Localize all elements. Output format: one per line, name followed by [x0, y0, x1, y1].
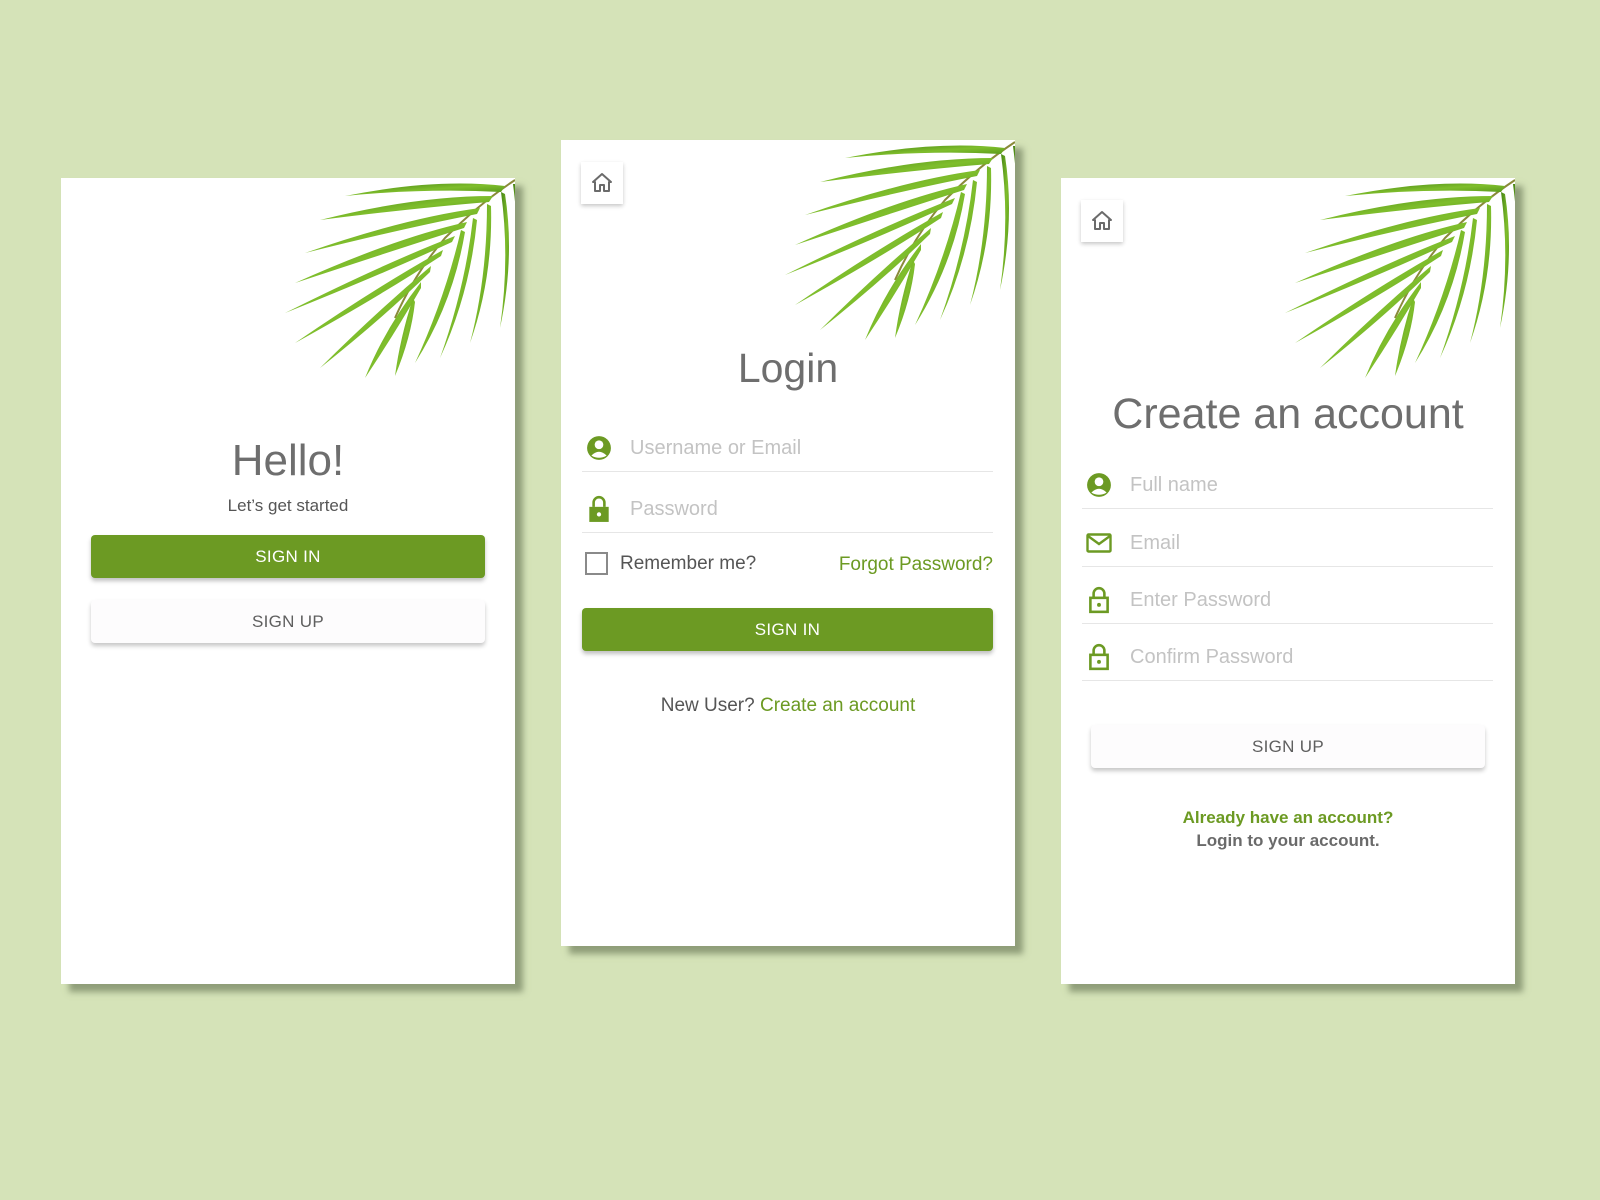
account-circle-icon: [584, 434, 614, 462]
enter-password-field: [1082, 577, 1493, 624]
sign-up-button[interactable]: SIGN UP: [1091, 725, 1485, 768]
email-input[interactable]: [1130, 531, 1493, 555]
password-field: [582, 486, 993, 533]
create-account-link[interactable]: Create an account: [760, 695, 915, 716]
home-icon: [1092, 211, 1112, 230]
checkbox-box[interactable]: [585, 552, 608, 575]
enter-password-input[interactable]: [1130, 588, 1493, 612]
new-user-row: New User? Create an account: [561, 695, 1015, 717]
remember-me-checkbox[interactable]: Remember me?: [585, 552, 756, 575]
sign-in-button[interactable]: SIGN IN: [91, 535, 485, 578]
username-field: [582, 425, 993, 472]
login-screen: Login Remember me? Forgot Password? SIGN…: [561, 140, 1015, 946]
palm-leaf-decoration: [284, 179, 515, 378]
mail-icon: [1084, 529, 1114, 557]
welcome-screen: Hello! Let’s get started SIGN IN SIGN UP: [61, 178, 515, 984]
confirm-password-input[interactable]: [1130, 645, 1493, 669]
home-icon: [592, 173, 612, 192]
new-user-label: New User?: [660, 695, 755, 716]
account-circle-icon: [1084, 471, 1114, 499]
login-to-account-link[interactable]: Login to your account.: [1061, 831, 1515, 851]
login-title: Login: [737, 345, 839, 391]
already-have-account-link[interactable]: Already have an account?: [1061, 808, 1515, 828]
welcome-title: Hello!: [231, 436, 345, 485]
palm-leaf-decoration: [784, 141, 1015, 340]
welcome-subtitle: Let’s get started: [227, 496, 349, 515]
palm-leaf-decoration: [1284, 179, 1515, 378]
sign-up-button[interactable]: SIGN UP: [91, 600, 485, 643]
username-input[interactable]: [630, 436, 993, 460]
remember-me-label: Remember me?: [620, 552, 757, 574]
lock-outline-icon: [1084, 586, 1114, 614]
email-field: [1082, 520, 1493, 567]
signup-screen: Create an account SIGN UP Already have a…: [1061, 178, 1515, 984]
home-button[interactable]: [1081, 200, 1123, 242]
full-name-input[interactable]: [1130, 473, 1493, 497]
password-input[interactable]: [630, 497, 993, 521]
sign-in-button[interactable]: SIGN IN: [582, 608, 993, 651]
forgot-password-link[interactable]: Forgot Password?: [839, 554, 993, 576]
lock-icon: [584, 495, 614, 523]
home-button[interactable]: [581, 162, 623, 204]
full-name-field: [1082, 462, 1493, 509]
signup-title: Create an account: [1112, 390, 1464, 438]
lock-outline-icon: [1084, 643, 1114, 671]
confirm-password-field: [1082, 634, 1493, 681]
